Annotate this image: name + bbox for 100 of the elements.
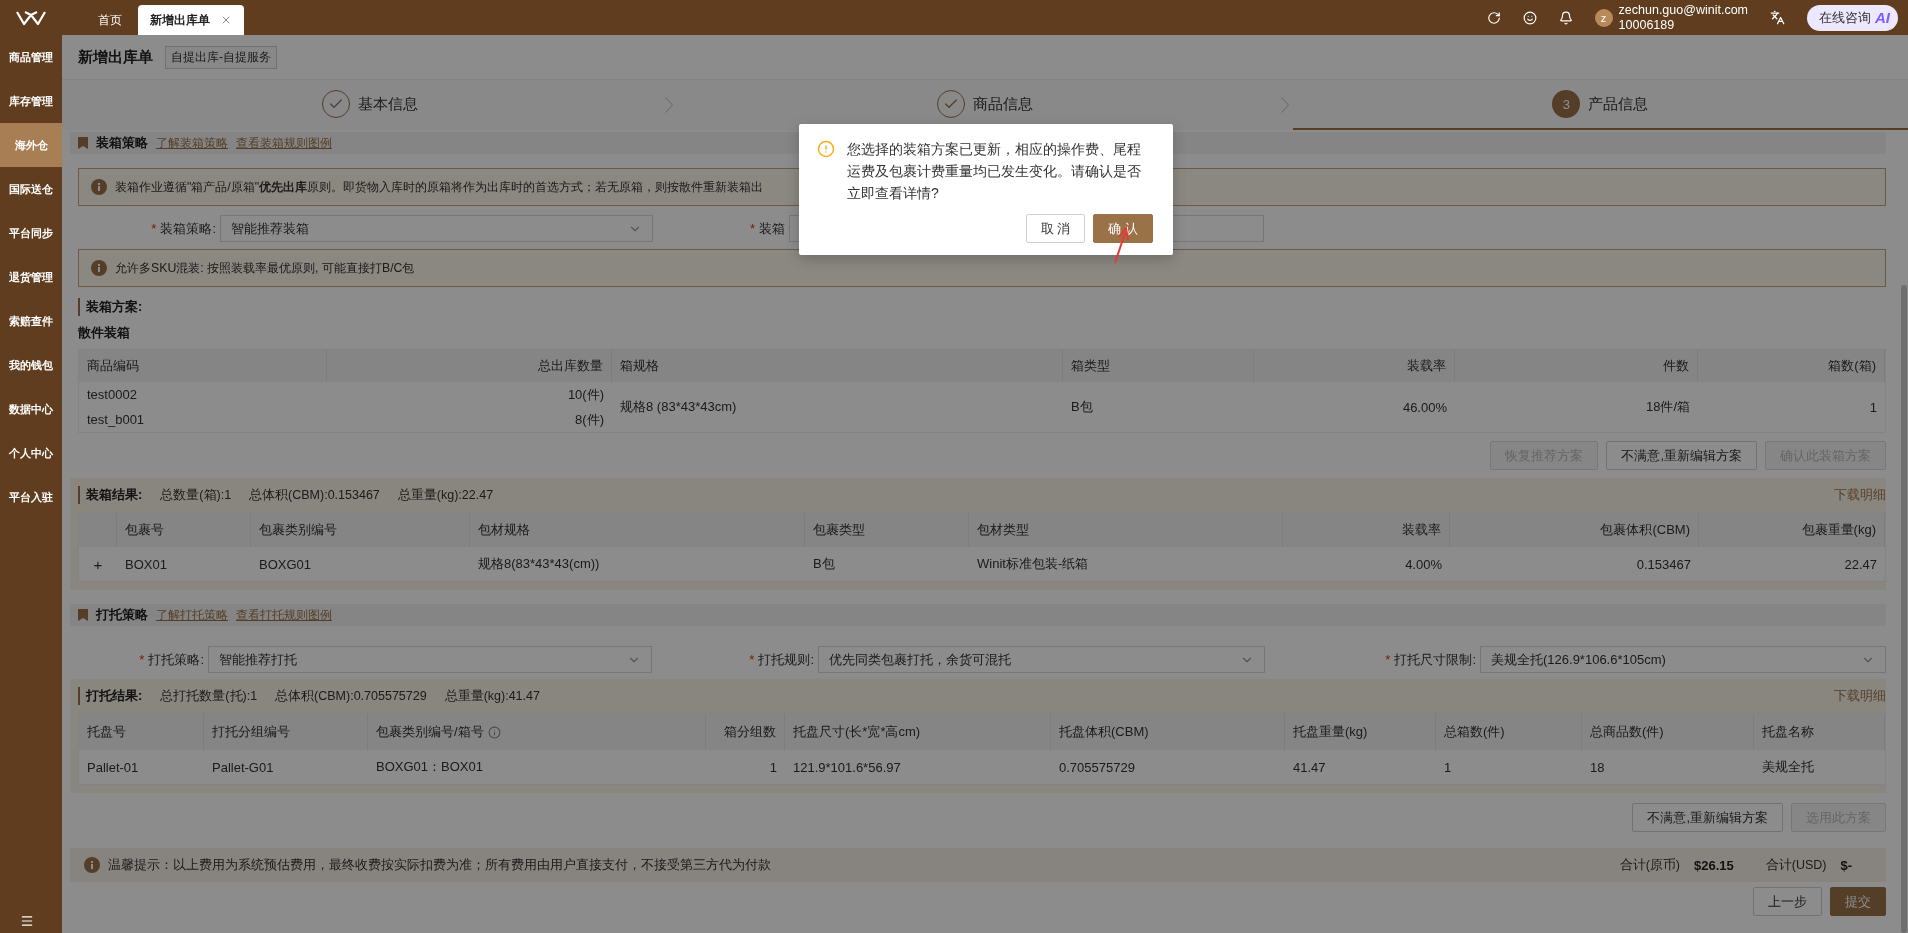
warning-icon <box>817 140 835 158</box>
required-mark: * <box>139 652 145 667</box>
refresh-icon[interactable] <box>1486 10 1501 25</box>
sidebar-item[interactable]: 个人中心 <box>0 431 62 475</box>
table-cell: BOXG01：BOX01 <box>368 750 706 784</box>
select-field[interactable]: 优先同类包裹打托，余货可混托 <box>818 646 1265 673</box>
notice-text: 允许多SKU混装: 按照装载率最优原则, 可能直接打B/C包 <box>115 259 415 277</box>
table-cell: 41.47 <box>1285 750 1436 784</box>
page-tab[interactable]: 首页 <box>86 5 134 35</box>
table-cell: B包 <box>1063 382 1254 432</box>
select-field[interactable]: 智能推荐装箱 <box>220 215 653 242</box>
section-title: 打托策略 <box>96 606 148 624</box>
consult-button[interactable]: 在线咨询 AI <box>1807 4 1898 31</box>
section-title: 装箱策略 <box>96 134 148 152</box>
table-cell: BOXG01 <box>251 547 470 581</box>
stat-text: 总体积(CBM):0.153467 <box>249 486 380 504</box>
required-mark: * <box>151 221 157 236</box>
section-title: 装箱结果: <box>78 486 143 504</box>
table-cell: test0002 <box>79 382 327 407</box>
sidebar-item[interactable]: 退货管理 <box>0 255 62 299</box>
info-icon <box>91 260 107 276</box>
subsection-title: 散件装箱 <box>78 324 130 342</box>
help-link[interactable]: 查看打托规则图例 <box>236 606 332 624</box>
table-cell: BOX01 <box>117 547 251 581</box>
scrollbar[interactable] <box>1901 285 1907 933</box>
total-label: 合计(USD) <box>1765 856 1827 874</box>
required-mark: * <box>749 652 755 667</box>
section-title: 打托结果: <box>78 687 143 705</box>
table-cell: Pallet-01 <box>79 750 204 784</box>
info-icon <box>84 857 100 873</box>
required-mark: * <box>749 221 755 236</box>
table-cell: Winit标准包装-纸箱 <box>969 547 1283 581</box>
user-email: zechun.guo@winit.com <box>1618 2 1748 18</box>
step-label: 产品信息 <box>1588 94 1649 114</box>
sidebar-item[interactable]: 索赔查件 <box>0 299 62 343</box>
dialog-button[interactable]: 确 认 <box>1093 214 1153 243</box>
service-tag: 自提出库-自提服务 <box>165 45 277 69</box>
table-cell: 46.00% <box>1254 382 1455 432</box>
plan-button[interactable]: 不满意,重新编辑方案 <box>1632 803 1783 832</box>
notice-text: 装箱作业遵循"箱产品/原箱"优先出库原则。即货物入库时的原箱将作为出库时的首选方式；若无原箱，则按散件重新装箱出 <box>115 178 764 196</box>
dialog-message: 您选择的装箱方案已更新，相应的操作费、尾程运费及包裹计费重量均已发生变化。请确认是否立即查看详情? <box>847 140 1142 203</box>
sidebar-item[interactable]: 库存管理 <box>0 79 62 123</box>
select-field[interactable]: 美规全托(126.9*106.6*105cm) <box>1480 646 1886 673</box>
stat-text: 总重量(kg):22.47 <box>397 486 494 504</box>
sidebar-item[interactable]: 我的钱包 <box>0 343 62 387</box>
bell-icon[interactable] <box>1558 10 1573 25</box>
field-label: 打托尺寸限制: <box>1394 650 1476 669</box>
total-value: $- <box>1840 857 1852 873</box>
sidebar-item[interactable]: 平台同步 <box>0 211 62 255</box>
page-tab[interactable]: 新增出库单 <box>138 5 244 35</box>
tip-text: 温馨提示：以上费用为系统预估费用，最终收费按实际扣费为准；所有费用由用户直接支付，不接受第三方代为付款 <box>108 856 771 874</box>
footer-button[interactable]: 提交 <box>1830 887 1886 916</box>
total-label: 合计(原币) <box>1619 856 1680 874</box>
table-cell: 0.153467 <box>1450 547 1699 581</box>
help-link[interactable]: 了解装箱策略 <box>156 134 228 152</box>
table-cell: 1 <box>706 750 785 784</box>
table-cell: 规格8 (83*43*43cm) <box>612 382 1063 432</box>
help-link[interactable]: 了解打托策略 <box>156 606 228 624</box>
sidebar-item[interactable]: 海外仓 <box>0 123 62 167</box>
table-cell: Pallet-G01 <box>204 750 368 784</box>
table-cell: 121.9*101.6*56.97 <box>785 750 1051 784</box>
field-label: 打托规则: <box>758 650 814 669</box>
section-title: 装箱方案: <box>78 298 143 316</box>
sidebar-item[interactable]: 平台入驻 <box>0 475 62 519</box>
smiley-icon[interactable] <box>1522 10 1537 25</box>
dialog-button[interactable]: 取 消 <box>1025 214 1086 243</box>
help-link[interactable]: 查看装箱规则图例 <box>236 134 332 152</box>
table-cell: 1 <box>1436 750 1582 784</box>
field-label: 装箱策略: <box>160 219 216 238</box>
footer-button[interactable]: 上一步 <box>1753 887 1822 916</box>
user-id: 10006189 <box>1618 17 1676 33</box>
expand-toggle[interactable]: + <box>93 555 103 573</box>
translate-icon[interactable] <box>1770 10 1785 25</box>
table-cell: 0.705575729 <box>1051 750 1285 784</box>
step-number: 3 <box>1552 90 1581 118</box>
plan-button[interactable]: 不满意,重新编辑方案 <box>1606 441 1757 470</box>
table-cell: B包 <box>805 547 969 581</box>
table-cell: 1 <box>1698 382 1885 432</box>
menu-icon[interactable] <box>20 914 34 928</box>
table-cell: 4.00% <box>1283 547 1450 581</box>
total-value: $26.15 <box>1693 857 1734 873</box>
select-field[interactable]: 智能推荐打托 <box>208 646 652 673</box>
info-icon <box>91 179 107 195</box>
book-icon <box>78 137 88 149</box>
download-link[interactable]: 下载明细 <box>1834 486 1886 504</box>
stat-text: 总数量(箱):1 <box>160 486 232 504</box>
download-link[interactable]: 下载明细 <box>1834 687 1886 705</box>
sidebar-item[interactable]: 数据中心 <box>0 387 62 431</box>
field-label: 打托策略: <box>148 650 204 669</box>
close-icon[interactable] <box>220 14 232 26</box>
step-label: 基本信息 <box>357 94 418 114</box>
sidebar-item[interactable]: 商品管理 <box>0 35 62 79</box>
field-label: 装箱 <box>759 219 785 238</box>
table-cell: 18件/箱 <box>1455 382 1698 432</box>
table-cell: 8(件) <box>327 407 612 432</box>
table-cell: 美规全托 <box>1754 750 1885 784</box>
sidebar-item[interactable]: 国际送仓 <box>0 167 62 211</box>
table-cell: 22.47 <box>1699 547 1885 581</box>
table-cell: test_b001 <box>79 407 327 432</box>
user-avatar[interactable]: z <box>1594 8 1613 27</box>
